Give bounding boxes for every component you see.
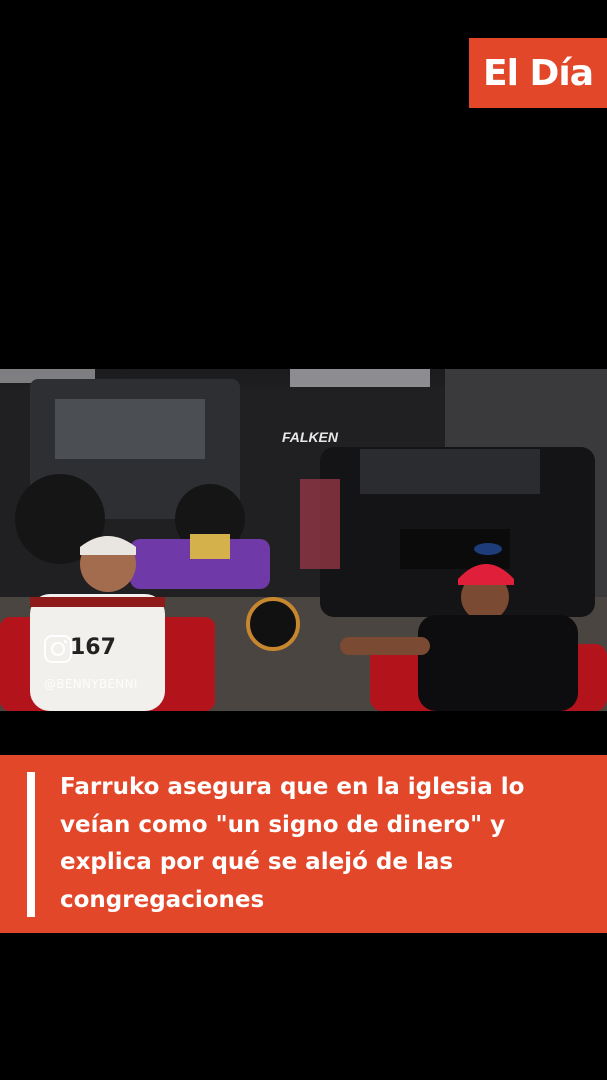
red-car [300,479,340,569]
logo-text: El Día [483,52,594,94]
headline-text: Farruko asegura que en la iglesia lo veí… [60,774,525,913]
pickup-badge [474,543,502,555]
atv-frame [190,534,230,559]
falken-sign: FALKEN [282,429,339,445]
headline-accent-bar [27,772,35,917]
pickup-windshield [360,449,540,494]
el-dia-logo: El Día [469,38,607,108]
atv-wheel [246,597,300,651]
person-right-arm [340,637,430,655]
jersey-stripe [30,597,165,607]
headline-banner: Farruko asegura que en la iglesia lo veí… [0,755,607,933]
person-right-shirt [418,615,578,711]
instagram-watermark: @BENNYBENNI [44,635,138,691]
instagram-icon [44,635,72,663]
truck-windshield [55,399,205,459]
instagram-handle: @BENNYBENNI [44,677,138,691]
